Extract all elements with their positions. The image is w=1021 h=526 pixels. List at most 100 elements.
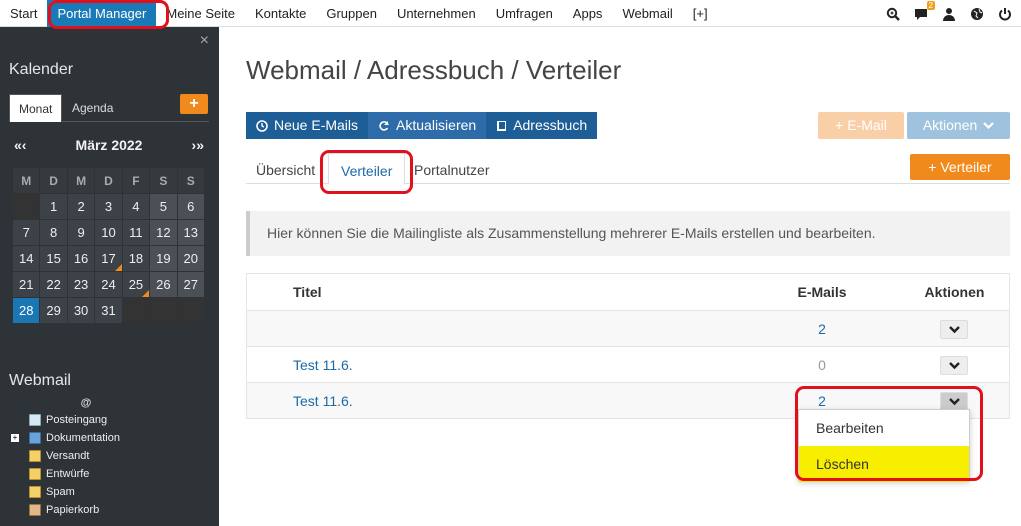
actions-button[interactable]: Aktionen bbox=[907, 112, 1010, 139]
folder-icon bbox=[29, 432, 41, 444]
calendar-day[interactable]: 28 bbox=[13, 298, 41, 324]
trash-icon bbox=[29, 504, 41, 516]
calendar-day[interactable]: 14 bbox=[13, 246, 41, 272]
table-row: 2 bbox=[247, 310, 1009, 346]
refresh-icon bbox=[379, 120, 389, 131]
menu-item-bearbeiten[interactable]: Bearbeiten bbox=[799, 410, 969, 446]
calendar-day[interactable]: 10 bbox=[95, 220, 123, 246]
calendar-day[interactable]: 17 bbox=[95, 246, 123, 272]
calendar-day[interactable]: 23 bbox=[67, 272, 96, 298]
expand-icon[interactable]: + bbox=[11, 434, 19, 442]
calendar-day[interactable]: 30 bbox=[67, 298, 96, 324]
calendar-day[interactable]: 15 bbox=[40, 246, 68, 272]
nav-kontakte[interactable]: Kontakte bbox=[245, 0, 316, 27]
calendar-day[interactable]: 18 bbox=[122, 246, 151, 272]
add-event-button[interactable]: + bbox=[180, 94, 208, 114]
book-icon bbox=[497, 120, 507, 131]
calendar-day[interactable]: 24 bbox=[95, 272, 123, 298]
weekday-header: D bbox=[40, 168, 68, 194]
weekday-header: S bbox=[150, 168, 178, 194]
calendar-day[interactable]: 19 bbox=[150, 246, 178, 272]
addressbook-label: Adressbuch bbox=[513, 117, 588, 133]
calendar-empty-cell bbox=[150, 298, 178, 324]
calendar-day[interactable]: 8 bbox=[40, 220, 68, 246]
row-title[interactable]: Test 11.6. bbox=[293, 383, 353, 419]
row-actions-button[interactable] bbox=[940, 356, 968, 375]
nav-portal-manager[interactable]: Portal Manager bbox=[47, 0, 157, 27]
calendar-day[interactable]: 9 bbox=[67, 220, 96, 246]
folder-posteingang[interactable]: Posteingang bbox=[9, 411, 214, 429]
calendar-day[interactable]: 1 bbox=[40, 194, 68, 220]
add-verteiler-button[interactable]: + Verteiler bbox=[910, 154, 1010, 180]
spam-icon bbox=[29, 486, 41, 498]
nav-apps[interactable]: Apps bbox=[563, 0, 613, 27]
top-navigation: Start Portal Manager Meine Seite Kontakt… bbox=[0, 0, 1021, 27]
calendar-day[interactable]: 20 bbox=[177, 246, 205, 272]
close-icon[interactable]: × bbox=[200, 32, 209, 50]
next-month-button[interactable]: ›» bbox=[192, 137, 204, 153]
calendar-day[interactable]: 7 bbox=[13, 220, 41, 246]
calendar-tabs: Monat Agenda bbox=[9, 94, 209, 122]
calendar-title: Kalender bbox=[9, 61, 74, 78]
addressbook-button[interactable]: Adressbuch bbox=[486, 112, 598, 139]
folder-entwuerfe[interactable]: Entwürfe bbox=[9, 465, 214, 483]
power-icon[interactable] bbox=[997, 6, 1013, 22]
tab-agenda[interactable]: Agenda bbox=[63, 94, 122, 122]
nav-more[interactable]: [+] bbox=[683, 0, 718, 27]
sidebar: × Kalender Monat Agenda + «‹ März 2022 ›… bbox=[0, 27, 219, 526]
new-mails-button[interactable]: Neue E-Mails bbox=[246, 112, 369, 139]
calendar-day[interactable]: 21 bbox=[13, 272, 41, 298]
folder-spam[interactable]: Spam bbox=[9, 483, 214, 501]
calendar-day[interactable]: 29 bbox=[40, 298, 68, 324]
nav-gruppen[interactable]: Gruppen bbox=[316, 0, 387, 27]
nav-webmail[interactable]: Webmail bbox=[612, 0, 682, 27]
folder-versandt[interactable]: Versandt bbox=[9, 447, 214, 465]
new-email-button[interactable]: + E-Mail bbox=[818, 112, 904, 139]
calendar-day[interactable]: 12 bbox=[150, 220, 178, 246]
tab-monat[interactable]: Monat bbox=[9, 94, 63, 122]
chevron-down-icon bbox=[948, 397, 960, 405]
calendar-day[interactable]: 16 bbox=[67, 246, 96, 272]
calendar-day[interactable]: 27 bbox=[177, 272, 205, 298]
nav-unternehmen[interactable]: Unternehmen bbox=[387, 0, 486, 27]
webmail-button-group: Neue E-Mails Aktualisieren Adressbuch bbox=[246, 112, 598, 139]
calendar-day[interactable]: 13 bbox=[177, 220, 205, 246]
mail-account[interactable]: @ bbox=[9, 397, 163, 409]
row-actions-button[interactable] bbox=[940, 320, 968, 339]
folder-label: Entwürfe bbox=[46, 468, 90, 480]
calendar-month: März 2022 bbox=[75, 137, 143, 153]
calendar-day[interactable]: 26 bbox=[150, 272, 178, 298]
row-emails[interactable]: 2 bbox=[767, 311, 877, 347]
folder-papierkorb[interactable]: Papierkorb bbox=[9, 501, 214, 519]
refresh-button[interactable]: Aktualisieren bbox=[368, 112, 487, 139]
nav-meine-seite[interactable]: Meine Seite bbox=[156, 0, 245, 27]
calendar-day[interactable]: 25 bbox=[122, 272, 151, 298]
folder-label: Posteingang bbox=[46, 414, 108, 426]
nav-start[interactable]: Start bbox=[0, 0, 47, 27]
inbox-icon bbox=[29, 414, 41, 426]
calendar-day[interactable]: 4 bbox=[122, 194, 151, 220]
menu-item-loeschen[interactable]: Löschen bbox=[799, 446, 969, 482]
chevron-down-icon bbox=[948, 325, 960, 333]
calendar-empty-cell bbox=[122, 298, 151, 324]
chat-icon[interactable]: 2 bbox=[913, 0, 935, 22]
calendar-day[interactable]: 11 bbox=[122, 220, 151, 246]
webmail-title: Webmail bbox=[9, 372, 71, 389]
calendar-day[interactable]: 5 bbox=[150, 194, 178, 220]
folder-dokumentation[interactable]: + Dokumentation bbox=[9, 429, 214, 447]
globe-icon[interactable] bbox=[969, 6, 985, 22]
calendar-day[interactable]: 22 bbox=[40, 272, 68, 298]
calendar-day[interactable]: 3 bbox=[95, 194, 123, 220]
tab-portalnutzer[interactable]: Portalnutzer bbox=[414, 153, 489, 184]
calendar-day[interactable]: 31 bbox=[95, 298, 123, 324]
nav-umfragen[interactable]: Umfragen bbox=[486, 0, 563, 27]
tab-uebersicht[interactable]: Übersicht bbox=[256, 153, 315, 184]
row-title[interactable]: Test 11.6. bbox=[293, 347, 353, 383]
tab-verteiler[interactable]: Verteiler bbox=[328, 153, 406, 185]
search-icon[interactable] bbox=[885, 6, 901, 22]
calendar-day[interactable]: 2 bbox=[67, 194, 96, 220]
row-emails[interactable]: 0 bbox=[767, 347, 877, 383]
notification-badge: 2 bbox=[926, 0, 935, 10]
calendar-day[interactable]: 6 bbox=[177, 194, 205, 220]
user-icon[interactable] bbox=[941, 6, 957, 22]
